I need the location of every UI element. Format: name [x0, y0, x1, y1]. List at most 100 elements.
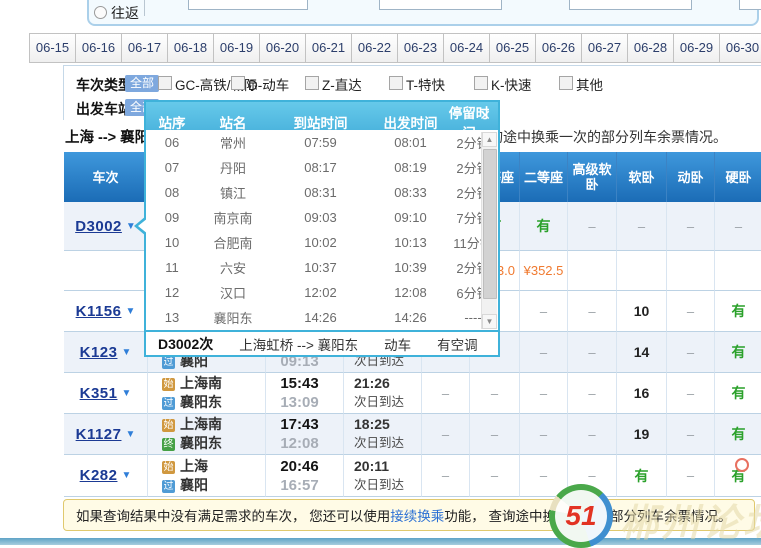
date-tab-06-19[interactable]: 06-19	[213, 33, 260, 63]
station-line-1: 始上海南	[162, 415, 222, 434]
chevron-down-icon[interactable]: ▼	[121, 470, 131, 481]
roundtrip-radio[interactable]	[94, 6, 107, 19]
station-cell: 始上海过襄阳	[148, 455, 266, 497]
date-tab-06-22[interactable]: 06-22	[351, 33, 398, 63]
header-col-8: 高级软卧	[568, 152, 617, 202]
scroll-down-icon[interactable]: ▼	[482, 314, 497, 329]
train-query-page: 往返 06-1506-1606-1706-1806-1906-2006-2106…	[0, 0, 761, 548]
stop-seq: 09	[146, 210, 198, 225]
train-no-cell: K282▼	[64, 455, 148, 497]
seat-value: –	[491, 468, 498, 483]
train-link-K1156[interactable]: K1156	[76, 303, 122, 320]
stop-depart: 10:39	[373, 260, 448, 275]
depart-date-input[interactable]	[569, 0, 692, 10]
transfer-link[interactable]: 接续换乘	[390, 505, 444, 525]
train-type-checkbox-4[interactable]	[389, 76, 403, 90]
train-type-all-button[interactable]: 全部	[125, 75, 159, 92]
return-date-input[interactable]	[739, 0, 761, 10]
train-type-checkbox-6[interactable]	[559, 76, 573, 90]
date-tab-06-27[interactable]: 06-27	[581, 33, 628, 63]
seat-value: 有	[635, 466, 649, 486]
train-link-D3002[interactable]: D3002	[75, 218, 122, 235]
date-tab-06-26[interactable]: 06-26	[535, 33, 582, 63]
chevron-down-icon[interactable]: ▼	[125, 306, 135, 317]
chevron-down-icon[interactable]: ▼	[121, 388, 131, 399]
train-type-checkbox-5[interactable]	[474, 76, 488, 90]
stop-name: 六安	[198, 258, 268, 277]
stop-depart: 08:19	[373, 160, 448, 175]
header-col-11: 硬卧	[715, 152, 761, 202]
date-tab-06-28[interactable]: 06-28	[627, 33, 674, 63]
stop-arrive: 08:31	[268, 185, 373, 200]
date-tab-06-23[interactable]: 06-23	[397, 33, 444, 63]
date-tab-06-16[interactable]: 06-16	[75, 33, 122, 63]
stop-name: 合肥南	[198, 233, 268, 252]
duration-cell: 18:25次日到达	[344, 414, 422, 455]
arrive-time: 12:08	[280, 434, 318, 453]
train-type-checkbox-3[interactable]	[305, 76, 319, 90]
seat-value: –	[540, 468, 547, 483]
train-type-checkbox-2[interactable]	[231, 76, 245, 90]
seat-cell-4: –	[568, 291, 617, 332]
header-col-1: 车次	[64, 152, 148, 202]
date-tab-06-20[interactable]: 06-20	[259, 33, 306, 63]
stop-depart: 09:10	[373, 210, 448, 225]
seat-cell-5: 16	[617, 373, 667, 414]
seat-value: –	[687, 427, 694, 442]
seat-value: –	[442, 427, 449, 442]
date-tab-06-18[interactable]: 06-18	[167, 33, 214, 63]
seat-value: 10	[634, 303, 650, 319]
chevron-down-icon[interactable]: ▼	[121, 347, 131, 358]
stop-arrive: 10:37	[268, 260, 373, 275]
popup-scrollbar[interactable]: ▲ ▼	[481, 132, 497, 329]
train-link-K351[interactable]: K351	[80, 385, 118, 402]
seat-cell-6	[667, 251, 715, 291]
stop-row: 08镇江08:3108:332分钟	[146, 180, 498, 205]
scrollbar-thumb[interactable]	[483, 149, 497, 299]
seat-value: –	[588, 386, 595, 401]
table-row-K351: K351▼始上海南过襄阳东15:4313:0921:26次日到达––––16–有	[64, 373, 761, 414]
to-station-input[interactable]	[379, 0, 502, 10]
seat-cell-6: –	[667, 332, 715, 373]
station-badge-过: 过	[162, 397, 175, 410]
transfer-hint-fragment: 询途中换乘一次的部分列车余票情况。	[489, 127, 727, 147]
stop-row: 07丹阳08:1708:192分钟	[146, 155, 498, 180]
watermark-text: 郴州论坛	[620, 492, 761, 547]
date-tab-06-29[interactable]: 06-29	[673, 33, 720, 63]
header-col-10: 动卧	[667, 152, 715, 202]
popup-footer: D3002次 上海虹桥 --> 襄阳东 动车 有空调	[146, 330, 498, 355]
from-station-input[interactable]	[188, 0, 308, 10]
stop-arrive: 07:59	[268, 135, 373, 150]
train-link-K123[interactable]: K123	[80, 344, 118, 361]
seat-cell-5: 有	[617, 455, 667, 497]
train-type-label-3: Z-直达	[322, 74, 362, 94]
arrive-time: 13:09	[280, 393, 318, 412]
seat-cell-5: –	[617, 202, 667, 251]
station-badge-终: 终	[162, 438, 175, 451]
chevron-down-icon[interactable]: ▼	[125, 429, 135, 440]
scroll-up-icon[interactable]: ▲	[482, 132, 497, 147]
train-type-label-4: T-特快	[406, 74, 445, 94]
train-link-K282[interactable]: K282	[80, 467, 118, 484]
date-tab-06-24[interactable]: 06-24	[443, 33, 490, 63]
seat-value: 有	[732, 383, 746, 403]
stop-row: 11六安10:3710:392分钟	[146, 255, 498, 280]
seat-cell-7: –	[715, 202, 761, 251]
seat-value: –	[638, 219, 645, 234]
seat-cell-1: –	[422, 414, 470, 455]
date-tab-06-17[interactable]: 06-17	[121, 33, 168, 63]
date-tab-06-30[interactable]: 06-30	[719, 33, 761, 63]
train-link-K1127[interactable]: K1127	[76, 426, 122, 443]
station-cell: 始上海南终襄阳东	[148, 414, 266, 455]
date-tab-06-21[interactable]: 06-21	[305, 33, 352, 63]
popup-col-3: 到站时间	[268, 112, 373, 132]
table-row-K282: K282▼始上海过襄阳20:4616:5720:11次日到达––––有–有	[64, 455, 761, 497]
date-tab-06-15[interactable]: 06-15	[29, 33, 76, 63]
train-type-checkbox-1[interactable]	[158, 76, 172, 90]
close-icon[interactable]: ✕	[479, 107, 491, 124]
time-cell: 15:4313:09	[266, 373, 344, 414]
date-tab-06-25[interactable]: 06-25	[489, 33, 536, 63]
popup-stop-list: 06常州07:5908:012分钟07丹阳08:1708:192分钟08镇江08…	[146, 130, 498, 330]
date-tabs: 06-1506-1606-1706-1806-1906-2006-2106-22…	[30, 33, 761, 63]
stop-name: 常州	[198, 133, 268, 152]
